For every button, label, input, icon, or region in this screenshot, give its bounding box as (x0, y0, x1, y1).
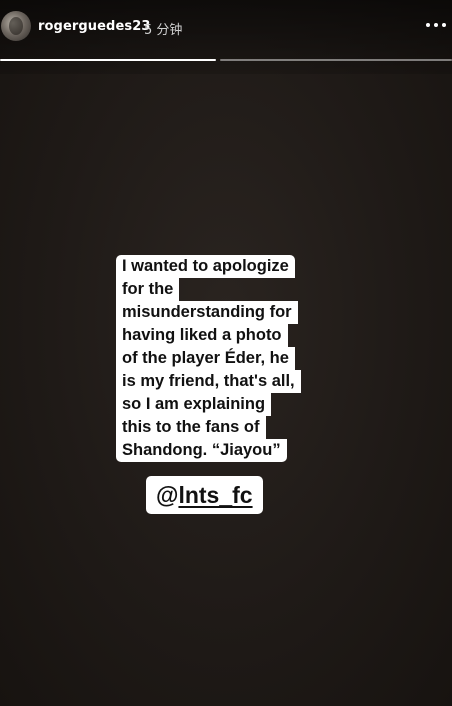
caption-line: having liked a photo (116, 324, 288, 347)
caption-line: for the (116, 278, 180, 301)
mention-handle[interactable]: lnts_fc (178, 482, 252, 508)
mention-sticker[interactable]: @lnts_fc (146, 476, 263, 514)
caption-line: so I am explaining (116, 393, 272, 416)
dot-icon (426, 23, 430, 27)
more-options-icon[interactable] (426, 23, 446, 29)
story-header: rogerguedes23 5 分钟 (0, 0, 452, 74)
caption-line: is my friend, that's all, (116, 370, 301, 393)
avatar[interactable] (1, 11, 31, 41)
caption-line: Shandong. “Jiayou” (116, 439, 287, 462)
caption-line: I wanted to apologize (116, 255, 295, 278)
username[interactable]: rogerguedes23 (38, 19, 151, 34)
story-text-caption: I wanted to apologize for the misunderst… (116, 255, 316, 462)
mention-at: @ (156, 482, 179, 508)
story-viewer[interactable]: rogerguedes23 5 分钟 I wanted to apologize… (0, 0, 452, 706)
caption-line: of the player Éder, he (116, 347, 295, 370)
dot-icon (434, 23, 438, 27)
story-progress-segment-1 (0, 59, 216, 61)
dot-icon (442, 23, 446, 27)
caption-line: misunderstanding for (116, 301, 298, 324)
post-time: 5 分钟 (144, 23, 183, 38)
caption-line: this to the fans of (116, 416, 266, 439)
story-progress-segment-2 (220, 59, 452, 61)
